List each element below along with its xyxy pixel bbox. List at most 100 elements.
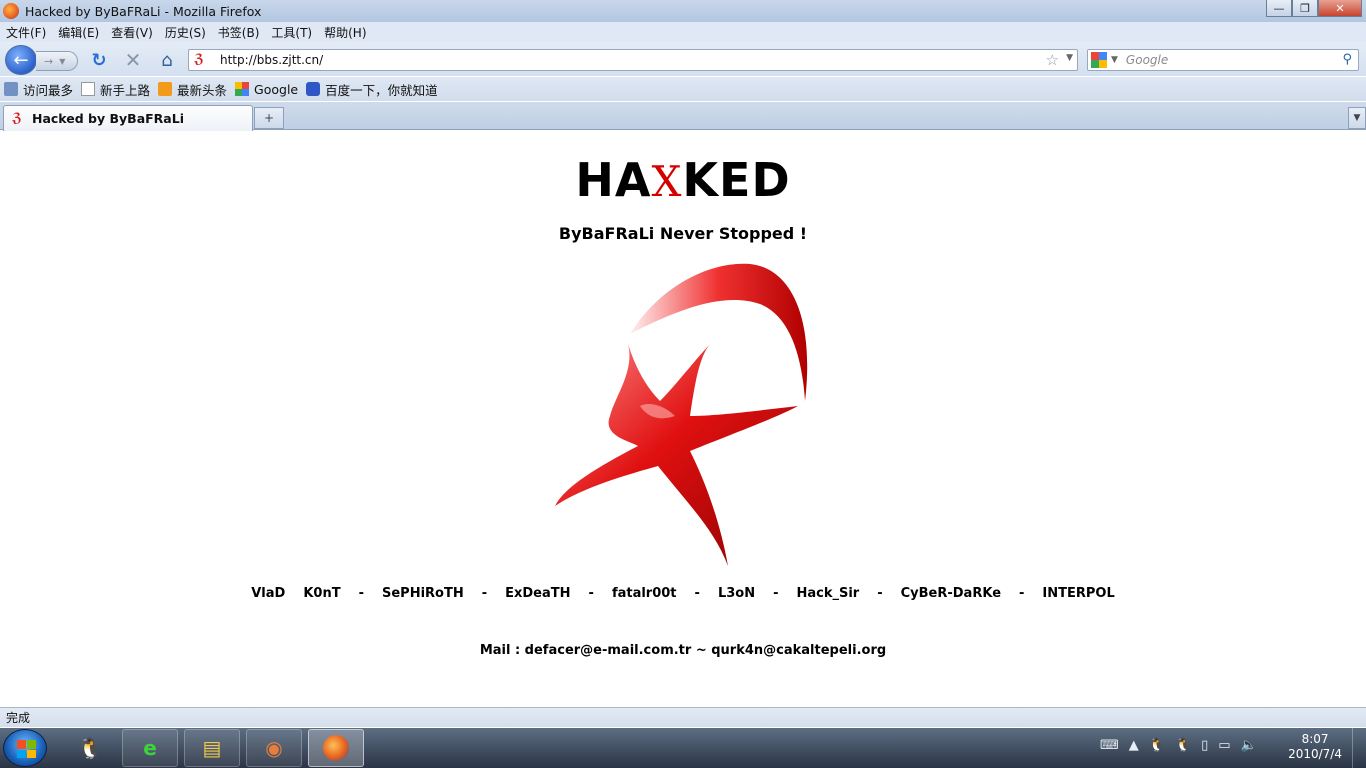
bookmark-baidu[interactable]: 百度一下，你就知道 (306, 80, 438, 99)
reload-icon: ↻ (91, 49, 107, 71)
arrow-left-icon: ← (13, 49, 29, 71)
menu-view[interactable]: 查看(V) (105, 24, 159, 41)
crew-list: VlaD K0nT - SePHiRoTH - ExDeaTH - fatalr00t - L3o… (0, 586, 1366, 601)
menu-history[interactable]: 历史(S) (159, 24, 212, 41)
volume-icon[interactable]: 🔈 (1241, 738, 1257, 753)
show-desktop-button[interactable] (1352, 728, 1366, 768)
bookmark-latest-headlines[interactable]: 最新头条 (158, 80, 227, 99)
taskbar-clock[interactable]: 8:07 2010/7/4 (1288, 732, 1342, 762)
crew-member: CyBeR-DaRKe (900, 586, 1002, 601)
qq-penguin-icon: 🐧 (77, 736, 103, 760)
arrow-right-icon: → (44, 54, 54, 68)
windows-taskbar: 🐧 e ▤ ◉ ⌨ ▲ 🐧 🐧 ▯ ▭ 🔈 8:07 2010/7/4 (0, 728, 1366, 768)
url-dropdown-icon[interactable]: ▼ (1066, 53, 1073, 63)
tab-strip: ℨ Hacked by ByBaFRaLi + ▼ (0, 102, 1366, 131)
title-x: X (651, 157, 683, 206)
home-icon: ⌂ (161, 49, 173, 71)
crew-member: SePHiRoTH (381, 586, 464, 601)
bookmark-star-icon[interactable]: ☆ (1046, 51, 1059, 69)
taskbar-qq[interactable]: 🐧 (62, 729, 118, 767)
page-subtitle: ByBaFRaLi Never Stopped ! (558, 224, 808, 243)
show-hidden-icons-icon[interactable]: ▲ (1129, 738, 1139, 753)
keyboard-icon[interactable]: ⌨ (1100, 738, 1119, 753)
stop-button[interactable]: ✕ (122, 48, 144, 72)
menu-file[interactable]: 文件(F) (0, 24, 52, 41)
url-bar[interactable]: ℨ http://bbs.zjtt.cn/ ☆ ▼ (188, 49, 1078, 71)
search-bar[interactable]: ▼ Google ⚲ (1087, 49, 1359, 71)
crew-separator: - (694, 586, 700, 601)
red-swoosh-logo (555, 263, 808, 566)
plus-icon: + (263, 111, 275, 125)
menu-tools[interactable]: 工具(T) (265, 24, 318, 41)
crew-separator: - (588, 586, 594, 601)
status-text: 完成 (6, 711, 31, 725)
contact-mail: Mail : defacer@e-mail.com.tr ~ qurk4n@ca… (479, 643, 887, 658)
taskbar-paint[interactable]: ◉ (246, 729, 302, 767)
reload-button[interactable]: ↻ (88, 49, 110, 71)
menu-bookmarks[interactable]: 书签(B) (212, 24, 266, 41)
crew-separator: - (1019, 586, 1025, 601)
most-visited-icon (4, 82, 18, 96)
folder-icon: ▤ (202, 736, 222, 760)
navigation-toolbar: ← → ▼ ↻ ✕ ⌂ ℨ http://bbs.zjtt.cn/ ☆ ▼ ▼ G… (0, 42, 1366, 76)
search-engine-dropdown-icon[interactable]: ▼ (1111, 55, 1118, 65)
menu-edit[interactable]: 编辑(E) (52, 24, 105, 41)
bookmark-google[interactable]: Google (235, 82, 298, 97)
clock-time: 8:07 (1301, 732, 1329, 746)
new-tab-button[interactable]: + (254, 107, 284, 129)
firefox-icon (3, 3, 19, 19)
menu-help[interactable]: 帮助(H) (318, 24, 372, 41)
maximize-button[interactable]: ❐ (1292, 0, 1318, 17)
search-icon[interactable]: ⚲ (1342, 52, 1352, 67)
forward-button[interactable]: → ▼ (36, 51, 78, 71)
bookmark-label: 访问最多 (23, 82, 74, 98)
crew-separator: - (481, 586, 488, 601)
history-dropdown-icon[interactable]: ▼ (59, 57, 65, 66)
crew-member: fatalr00t (611, 586, 677, 601)
taskbar-internet-explorer[interactable]: e (122, 729, 178, 767)
crew-separator: - (877, 586, 883, 601)
taskbar-firefox[interactable] (308, 729, 364, 767)
crew-member: VlaD (251, 586, 286, 601)
bookmark-most-visited[interactable]: 访问最多 (4, 80, 73, 99)
list-all-tabs-button[interactable]: ▼ (1348, 107, 1366, 129)
site-favicon: ℨ (12, 110, 22, 126)
crew-member: INTERPOL (1042, 586, 1115, 601)
home-button[interactable]: ⌂ (156, 49, 178, 71)
page-content: HAXKED ByBaFRaLi Never Stopped ! VlaD K0n… (0, 131, 1366, 706)
title-part: KED (682, 153, 791, 207)
taskbar-windows-explorer[interactable]: ▤ (184, 729, 240, 767)
qq-tray-icon[interactable]: 🐧 (1149, 738, 1165, 753)
bookmark-label: 最新头条 (177, 82, 228, 98)
tab-hacked[interactable]: ℨ Hacked by ByBaFRaLi (3, 105, 253, 131)
minimize-button[interactable]: — (1266, 0, 1292, 17)
page-icon (81, 82, 96, 96)
page-title: HAXKED (0, 153, 1366, 207)
back-button[interactable]: ← (5, 45, 37, 75)
bookmark-label: 新手上路 (100, 82, 151, 98)
chevron-down-icon: ▼ (1353, 113, 1361, 123)
qq-tray-icon[interactable]: 🐧 (1175, 738, 1191, 753)
crew-separator: - (358, 586, 364, 601)
start-button[interactable] (3, 729, 47, 767)
close-button[interactable]: ✕ (1318, 0, 1362, 17)
stop-icon: ✕ (124, 48, 142, 72)
windows-logo-icon (17, 740, 36, 758)
window-controls: — ❐ ✕ (1266, 0, 1362, 17)
network-icon[interactable]: ▭ (1218, 738, 1230, 753)
google-engine-icon[interactable] (1091, 52, 1107, 68)
bookmarks-toolbar: 访问最多 新手上路 最新头条 Google 百度一下，你就知道 (0, 77, 1366, 101)
search-input[interactable]: Google (1126, 53, 1168, 67)
usb-device-icon[interactable]: ▯ (1201, 738, 1208, 753)
bookmark-label: 百度一下，你就知道 (325, 82, 438, 98)
google-icon (235, 82, 250, 96)
crew-member: Hack_Sir (796, 586, 860, 601)
status-bar: 完成 (0, 707, 1366, 727)
title-part: HA (575, 153, 652, 207)
firefox-icon (323, 735, 349, 761)
crew-separator: - (773, 586, 779, 601)
url-text[interactable]: http://bbs.zjtt.cn/ (220, 53, 323, 67)
bookmark-getting-started[interactable]: 新手上路 (81, 80, 150, 99)
tab-label: Hacked by ByBaFRaLi (32, 111, 184, 126)
site-favicon: ℨ (194, 52, 204, 67)
